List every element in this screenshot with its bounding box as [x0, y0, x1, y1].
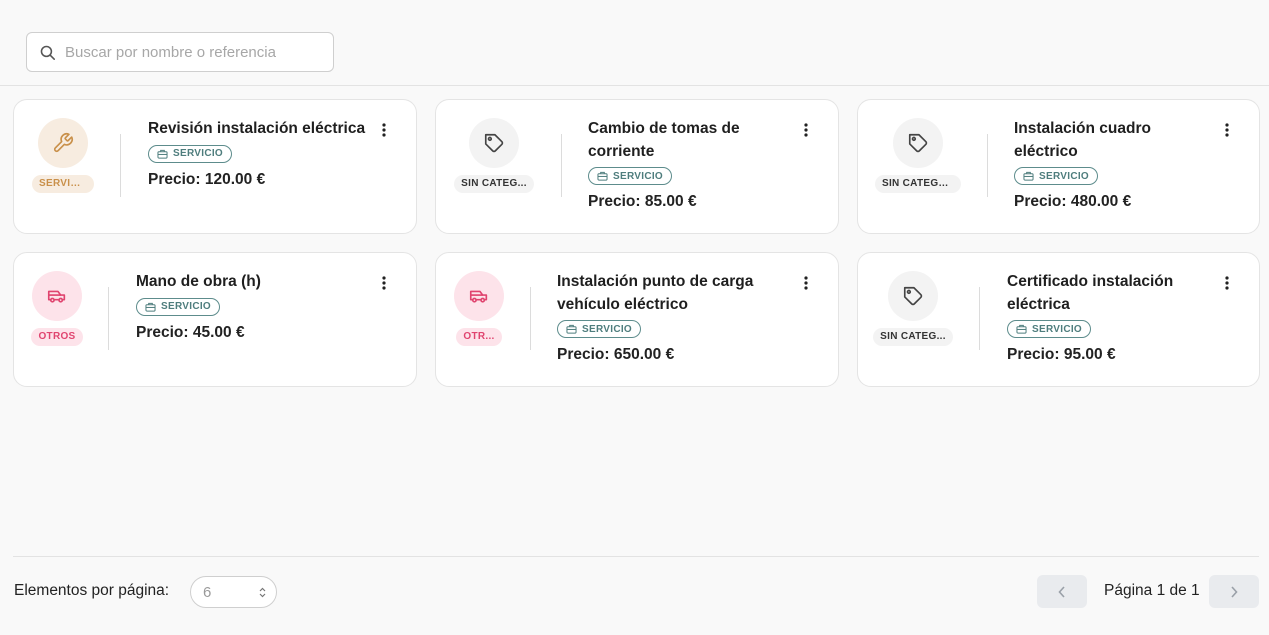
category-badge: SERVICI...: [32, 175, 94, 193]
product-price: Precio: 650.00 €: [557, 346, 675, 363]
type-label: SERVICIO: [161, 301, 212, 312]
more-vertical-icon: [1225, 123, 1229, 137]
briefcase-icon: [1016, 324, 1027, 334]
chevron-right-icon: [1231, 585, 1238, 598]
select-arrows-icon: [259, 587, 266, 597]
type-badge: SERVICIO: [136, 297, 221, 316]
type-label: SERVICIO: [173, 148, 224, 159]
more-vertical-icon: [382, 123, 386, 137]
product-title: Cambio de tomas de corriente: [588, 120, 740, 160]
card-divider: [987, 134, 988, 197]
card-divider: [561, 134, 562, 197]
briefcase-icon: [1023, 171, 1034, 181]
product-title: Instalación punto de carga vehículo eléc…: [557, 273, 754, 313]
category-icon-circle: [454, 271, 504, 321]
product-title: Mano de obra (h): [136, 273, 261, 290]
type-badge: SERVICIO: [148, 144, 233, 163]
page-indicator: Página 1 de 1: [1104, 582, 1200, 599]
search-box[interactable]: [26, 32, 334, 72]
tag-icon: [908, 133, 928, 153]
product-info: Instalación punto de carga vehículo eléc…: [557, 271, 777, 364]
search-input[interactable]: [65, 43, 325, 61]
top-divider: [0, 85, 1269, 86]
type-label: SERVICIO: [1039, 170, 1090, 182]
category: SERVICI...: [18, 118, 108, 193]
search-icon: [40, 45, 56, 60]
product-grid: SERVICI... Revisión instalación eléctric…: [13, 99, 1260, 387]
product-price: Precio: 480.00 €: [1014, 193, 1132, 210]
category-badge: OTROS: [31, 328, 83, 346]
category-icon-circle: [38, 118, 88, 168]
more-options-button[interactable]: [374, 120, 394, 140]
product-card[interactable]: SIN CATEGO... Instalación cuadro eléctri…: [857, 99, 1260, 234]
product-title: Certificado instalación eléctrica: [1007, 273, 1174, 313]
card-divider: [979, 287, 980, 350]
card-divider: [120, 134, 121, 197]
per-page-select[interactable]: 6: [190, 576, 277, 608]
van-icon: [469, 290, 488, 303]
per-page-value: 6: [203, 583, 212, 601]
product-price: Precio: 85.00 €: [588, 193, 697, 210]
card-divider: [530, 287, 531, 350]
type-badge: SERVICIO: [588, 167, 673, 185]
briefcase-icon: [566, 324, 577, 334]
briefcase-icon: [145, 302, 156, 312]
category: OTROS: [12, 271, 102, 346]
bottom-divider: [13, 556, 1259, 557]
more-vertical-icon: [1225, 276, 1229, 290]
category: OTR...: [434, 271, 524, 346]
tag-icon: [484, 133, 504, 153]
product-card[interactable]: SIN CATEG... Certificado instalación elé…: [857, 252, 1260, 387]
category-icon-circle: [469, 118, 519, 168]
more-options-button[interactable]: [796, 273, 816, 293]
product-card[interactable]: SIN CATEG... Cambio de tomas de corrient…: [435, 99, 839, 234]
category: SIN CATEGO...: [873, 118, 963, 193]
more-options-button[interactable]: [1217, 273, 1237, 293]
product-price: Precio: 120.00 €: [148, 170, 266, 188]
category-badge: SIN CATEG...: [873, 328, 953, 346]
product-info: Instalación cuadro eléctrico SERVICIO Pr…: [1014, 118, 1204, 211]
more-options-button[interactable]: [796, 120, 816, 140]
product-card[interactable]: SERVICI... Revisión instalación eléctric…: [13, 99, 417, 234]
product-title: Instalación cuadro eléctrico: [1014, 120, 1151, 160]
product-card[interactable]: OTR... Instalación punto de carga vehícu…: [435, 252, 839, 387]
type-label: SERVICIO: [613, 170, 664, 182]
product-price: Precio: 95.00 €: [1007, 346, 1116, 363]
type-badge: SERVICIO: [557, 320, 642, 338]
more-options-button[interactable]: [1217, 120, 1237, 140]
category-badge: SIN CATEGO...: [875, 175, 961, 193]
category-icon-circle: [32, 271, 82, 321]
category-badge: OTR...: [456, 328, 502, 346]
product-price: Precio: 45.00 €: [136, 323, 245, 341]
type-label: SERVICIO: [582, 323, 633, 335]
more-vertical-icon: [804, 276, 808, 290]
category-icon-circle: [888, 271, 938, 321]
more-vertical-icon: [382, 276, 386, 290]
next-page-button[interactable]: [1209, 575, 1259, 608]
category-badge: SIN CATEG...: [454, 175, 534, 193]
product-info: Cambio de tomas de corriente SERVICIO Pr…: [588, 118, 778, 211]
product-card[interactable]: OTROS Mano de obra (h) SERVICIO Precio: …: [13, 252, 417, 387]
product-info: Mano de obra (h) SERVICIO Precio: 45.00 …: [136, 271, 356, 342]
category: SIN CATEG...: [868, 271, 958, 346]
type-label: SERVICIO: [1032, 323, 1083, 335]
type-badge: SERVICIO: [1014, 167, 1099, 185]
category: SIN CATEG...: [449, 118, 539, 193]
tag-icon: [903, 286, 923, 306]
category-icon-circle: [893, 118, 943, 168]
chevron-left-icon: [1058, 585, 1065, 598]
card-divider: [108, 287, 109, 350]
van-icon: [47, 290, 66, 303]
type-badge: SERVICIO: [1007, 320, 1092, 338]
more-options-button[interactable]: [374, 273, 394, 293]
product-info: Certificado instalación eléctrica SERVIC…: [1007, 271, 1207, 364]
wrench-icon: [53, 133, 73, 153]
briefcase-icon: [597, 171, 608, 181]
briefcase-icon: [157, 149, 168, 159]
product-title: Revisión instalación eléctrica: [148, 120, 366, 137]
prev-page-button[interactable]: [1037, 575, 1087, 608]
product-info: Revisión instalación eléctrica SERVICIO …: [148, 118, 368, 189]
per-page-label: Elementos por página:: [14, 582, 170, 599]
more-vertical-icon: [804, 123, 808, 137]
